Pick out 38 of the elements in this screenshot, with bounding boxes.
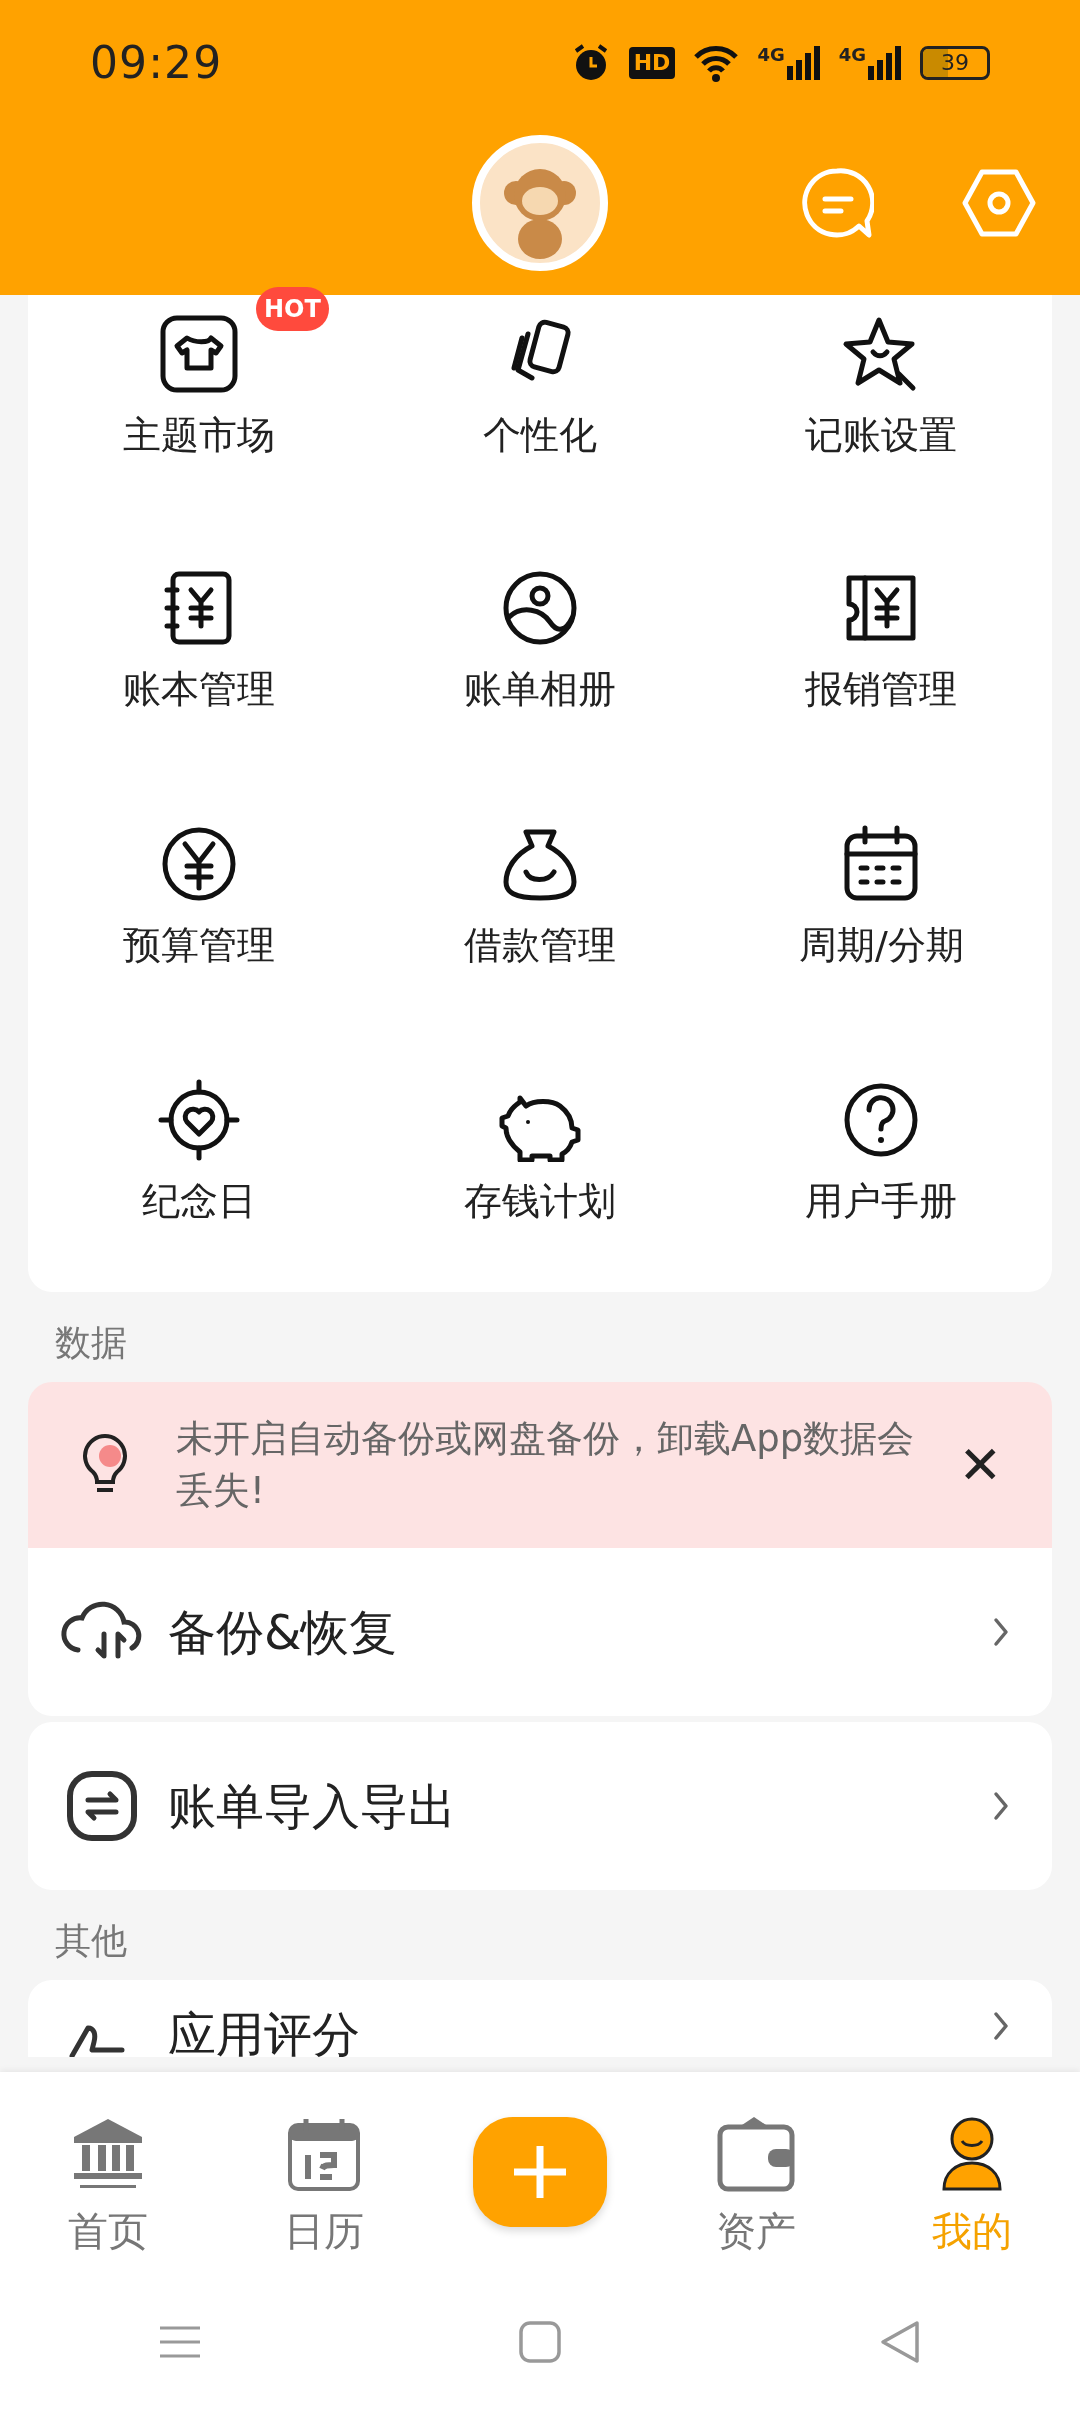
feature-button[interactable]: 账单相册 (464, 566, 616, 708)
chat-icon (800, 166, 874, 240)
feature-button[interactable]: 借款管理 (464, 822, 616, 964)
tab-button[interactable]: 资产 (716, 2093, 796, 2251)
feature-button[interactable]: 报销管理 (805, 566, 958, 708)
hot-badge: HOT (256, 287, 329, 331)
add-button[interactable] (473, 2117, 607, 2227)
feature-button[interactable]: 个性化 (483, 312, 597, 454)
close-button[interactable]: ✕ (958, 1439, 1002, 1491)
wallet-icon (716, 2115, 796, 2193)
signal-icon (868, 45, 902, 80)
heart-target-icon (156, 1078, 241, 1162)
feature-button[interactable]: 账本管理 (122, 566, 275, 708)
notice-text: 未开启自动备份或网盘备份，卸载App数据会丢失! (176, 1416, 916, 1514)
feature-button[interactable]: 记账设置 (805, 312, 958, 454)
feature-button[interactable]: 纪念日 (141, 1078, 256, 1220)
section-title: 其他 (54, 1919, 127, 1963)
feature-button[interactable]: 存钱计划 (464, 1078, 616, 1220)
signal-icon (786, 45, 821, 80)
clock-time: 09:29 (90, 35, 223, 90)
feature-button[interactable]: 预算管理 (122, 822, 275, 964)
settings-row[interactable]: 备份&恢复 (28, 1548, 1052, 1716)
settings-row[interactable]: 应用评分 (28, 1980, 1052, 2057)
network-label: 4G (838, 45, 866, 64)
feature-button[interactable]: 周期/分期 (798, 822, 964, 964)
settings-row[interactable]: 账单导入导出 (28, 1722, 1052, 1890)
battery-level: 39 (941, 51, 969, 74)
menu-icon (158, 2324, 202, 2360)
section-title: 数据 (54, 1321, 127, 1365)
plus-icon (512, 2144, 568, 2200)
tab-button[interactable]: 日历 (284, 2093, 364, 2251)
network-label: 4G (757, 45, 785, 64)
tab-button[interactable]: 首页 (68, 2093, 148, 2251)
back-icon (880, 2320, 920, 2364)
message-button[interactable] (800, 166, 874, 240)
feature-button[interactable]: 用户手册 (805, 1078, 958, 1220)
square-icon (519, 2321, 561, 2363)
hd-badge: HD (628, 46, 676, 79)
